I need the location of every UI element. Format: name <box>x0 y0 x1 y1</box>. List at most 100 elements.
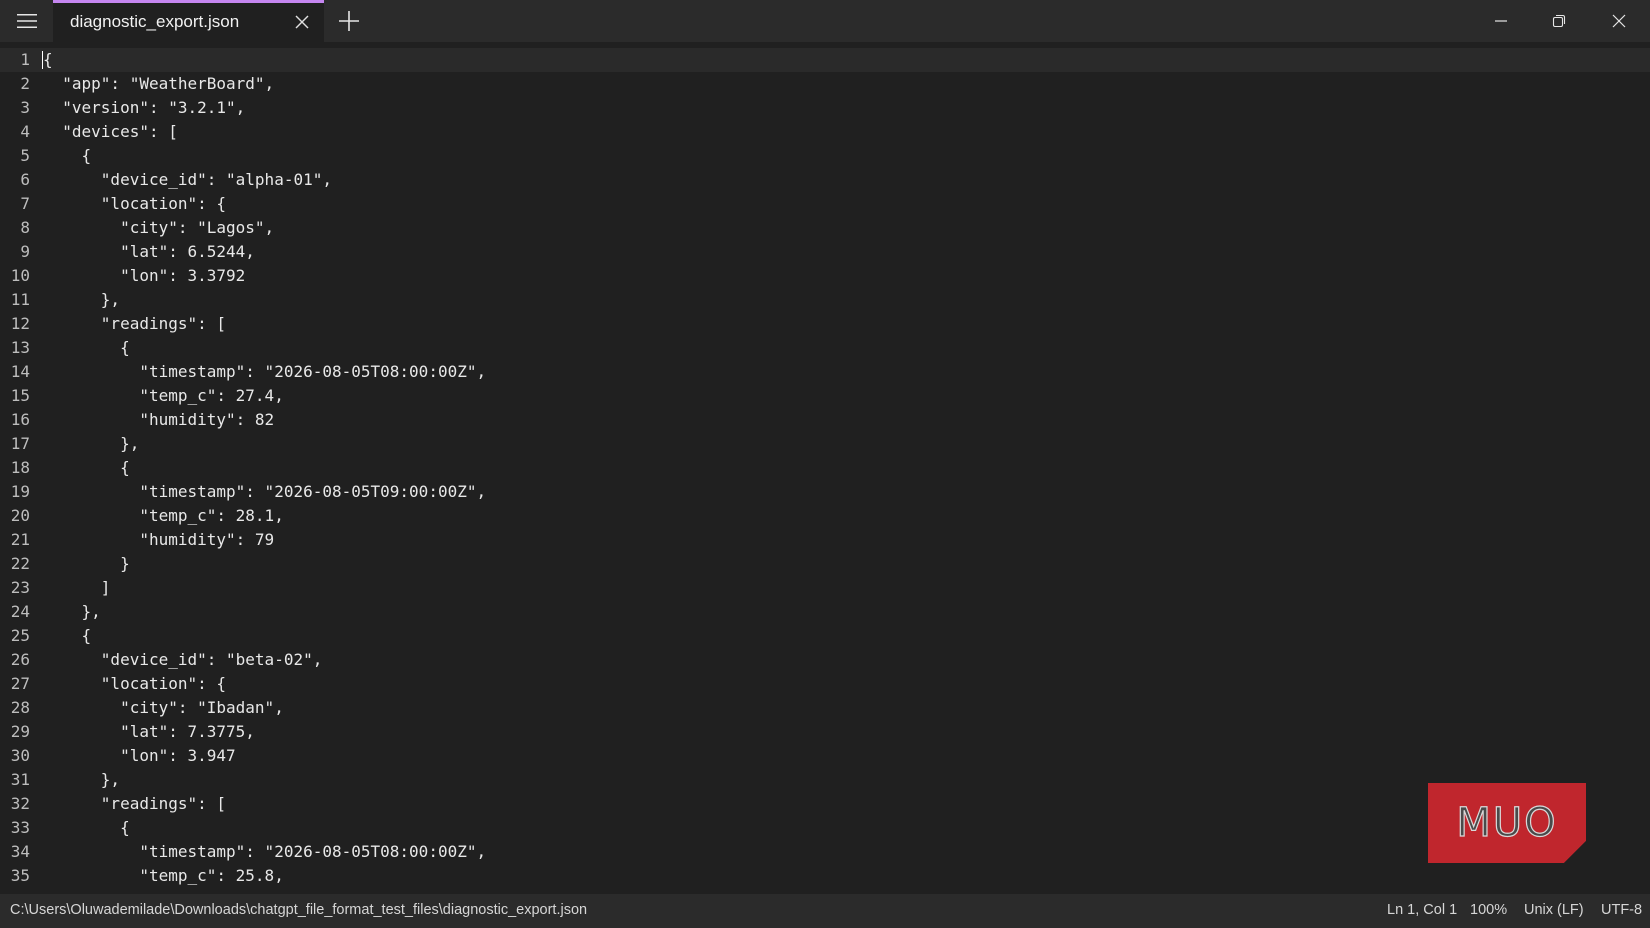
line-text[interactable]: "humidity": 79 <box>43 528 274 552</box>
line-text[interactable]: "readings": [ <box>43 312 226 336</box>
line-number: 21 <box>10 530 30 549</box>
line-text[interactable]: "timestamp": "2026-08-05T09:00:00Z", <box>43 480 486 504</box>
editor-line[interactable]: 3 "version": "3.2.1", <box>0 96 1650 120</box>
editor-line[interactable]: 13 { <box>0 336 1650 360</box>
editor-line[interactable]: 7 "location": { <box>0 192 1650 216</box>
editor-line[interactable]: 14 "timestamp": "2026-08-05T08:00:00Z", <box>0 360 1650 384</box>
line-text[interactable]: "lon": 3.947 <box>43 744 236 768</box>
restore-button[interactable] <box>1530 0 1588 42</box>
line-text[interactable]: }, <box>43 288 120 312</box>
line-ending[interactable]: Unix (LF) <box>1524 902 1584 918</box>
editor-line[interactable]: 21 "humidity": 79 <box>0 528 1650 552</box>
new-tab-button[interactable] <box>336 8 362 34</box>
line-number: 11 <box>10 290 30 309</box>
line-text[interactable]: "version": "3.2.1", <box>43 96 245 120</box>
line-text[interactable]: }, <box>43 600 101 624</box>
editor-line[interactable]: 34 "timestamp": "2026-08-05T08:00:00Z", <box>0 840 1650 864</box>
editor-line[interactable]: 29 "lat": 7.3775, <box>0 720 1650 744</box>
line-text[interactable]: } <box>43 552 130 576</box>
line-number: 3 <box>20 98 30 117</box>
editor-line[interactable]: 22 } <box>0 552 1650 576</box>
line-number: 9 <box>20 242 30 261</box>
line-text[interactable]: "temp_c": 28.1, <box>43 504 284 528</box>
status-bar: C:\Users\Oluwademilade\Downloads\chatgpt… <box>0 894 1650 928</box>
line-text[interactable]: "city": "Lagos", <box>43 216 274 240</box>
editor-line[interactable]: 35 "temp_c": 25.8, <box>0 864 1650 888</box>
editor-line[interactable]: 31 }, <box>0 768 1650 792</box>
line-text[interactable]: "lon": 3.3792 <box>43 264 245 288</box>
line-text[interactable]: "device_id": "beta-02", <box>43 648 323 672</box>
line-number: 13 <box>10 338 30 357</box>
line-number: 30 <box>10 746 30 765</box>
editor-line[interactable]: 6 "device_id": "alpha-01", <box>0 168 1650 192</box>
line-number: 15 <box>10 386 30 405</box>
line-text[interactable]: { <box>43 336 130 360</box>
editor-line[interactable]: 20 "temp_c": 28.1, <box>0 504 1650 528</box>
notepad-window: diagnostic_export.json 1 {2 "app": "Wea… <box>0 0 1650 928</box>
editor-line[interactable]: 11 }, <box>0 288 1650 312</box>
encoding[interactable]: UTF-8 <box>1601 902 1642 918</box>
line-text[interactable]: "devices": [ <box>43 120 178 144</box>
line-text[interactable]: "city": "Ibadan", <box>43 696 284 720</box>
text-caret <box>42 51 43 69</box>
line-text[interactable]: "device_id": "alpha-01", <box>43 168 332 192</box>
line-text[interactable]: { <box>43 816 130 840</box>
line-text[interactable]: "location": { <box>43 672 226 696</box>
line-text[interactable]: { <box>43 624 92 648</box>
line-text[interactable]: "lat": 7.3775, <box>43 720 255 744</box>
line-text[interactable]: "app": "WeatherBoard", <box>43 72 274 96</box>
line-text[interactable]: }, <box>43 432 139 456</box>
line-text[interactable]: ] <box>43 576 111 600</box>
editor-line[interactable]: 23 ] <box>0 576 1650 600</box>
tab-close-button[interactable] <box>293 13 311 31</box>
editor-line[interactable]: 1{ <box>0 48 1650 72</box>
editor-line[interactable]: 15 "temp_c": 27.4, <box>0 384 1650 408</box>
line-text[interactable]: { <box>43 48 53 72</box>
editor-line[interactable]: 18 { <box>0 456 1650 480</box>
line-text[interactable]: "humidity": 82 <box>43 408 274 432</box>
line-text[interactable]: "lat": 6.5244, <box>43 240 255 264</box>
editor-line[interactable]: 12 "readings": [ <box>0 312 1650 336</box>
svg-text:MUO: MUO <box>1456 800 1557 846</box>
editor-line[interactable]: 26 "device_id": "beta-02", <box>0 648 1650 672</box>
editor-line[interactable]: 19 "timestamp": "2026-08-05T09:00:00Z", <box>0 480 1650 504</box>
line-text[interactable]: }, <box>43 768 120 792</box>
tab-diagnostic-export[interactable]: diagnostic_export.json <box>53 0 324 42</box>
menu-button[interactable] <box>0 0 54 42</box>
editor-line[interactable]: 24 }, <box>0 600 1650 624</box>
line-text[interactable]: "timestamp": "2026-08-05T08:00:00Z", <box>43 840 486 864</box>
line-number: 27 <box>10 674 30 693</box>
zoom-level[interactable]: 100% <box>1470 902 1507 918</box>
line-text[interactable]: "readings": [ <box>43 792 226 816</box>
editor-line[interactable]: 10 "lon": 3.3792 <box>0 264 1650 288</box>
line-text[interactable]: "temp_c": 25.8, <box>43 864 284 888</box>
close-icon <box>295 15 309 29</box>
close-window-button[interactable] <box>1590 0 1648 42</box>
editor-line[interactable]: 8 "city": "Lagos", <box>0 216 1650 240</box>
text-editor[interactable]: 1{2 "app": "WeatherBoard", 3 "version": "… <box>0 48 1650 894</box>
line-number: 33 <box>10 818 30 837</box>
editor-line[interactable]: 30 "lon": 3.947 <box>0 744 1650 768</box>
editor-line[interactable]: 2 "app": "WeatherBoard", <box>0 72 1650 96</box>
line-number: 23 <box>10 578 30 597</box>
editor-line[interactable]: 5 { <box>0 144 1650 168</box>
line-number: 18 <box>10 458 30 477</box>
editor-line[interactable]: 27 "location": { <box>0 672 1650 696</box>
line-text[interactable]: { <box>43 456 130 480</box>
cursor-position[interactable]: Ln 1, Col 1 <box>1387 902 1457 918</box>
line-text[interactable]: { <box>43 144 92 168</box>
editor-line[interactable]: 32 "readings": [ <box>0 792 1650 816</box>
line-text[interactable]: "location": { <box>43 192 226 216</box>
editor-line[interactable]: 4 "devices": [ <box>0 120 1650 144</box>
editor-line[interactable]: 33 { <box>0 816 1650 840</box>
editor-line[interactable]: 17 }, <box>0 432 1650 456</box>
editor-line[interactable]: 9 "lat": 6.5244, <box>0 240 1650 264</box>
line-text[interactable]: "timestamp": "2026-08-05T08:00:00Z", <box>43 360 486 384</box>
editor-line[interactable]: 28 "city": "Ibadan", <box>0 696 1650 720</box>
minimize-button[interactable] <box>1472 0 1530 42</box>
line-number: 2 <box>20 74 30 93</box>
line-number: 1 <box>20 50 30 69</box>
editor-line[interactable]: 16 "humidity": 82 <box>0 408 1650 432</box>
line-text[interactable]: "temp_c": 27.4, <box>43 384 284 408</box>
editor-line[interactable]: 25 { <box>0 624 1650 648</box>
